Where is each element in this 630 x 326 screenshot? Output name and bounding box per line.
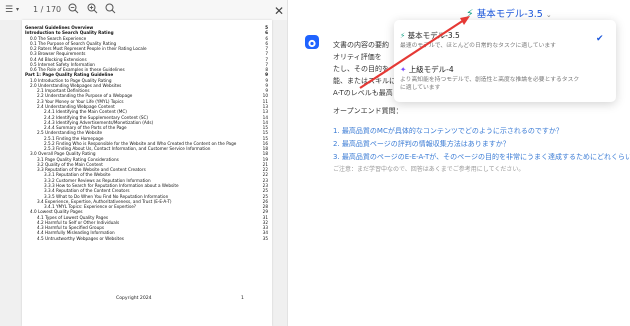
footer-copyright: Copyright 2024 [116, 296, 152, 301]
pdf-toolbar: ☰ ▾ 1 / 170 [0, 0, 287, 20]
search-icon[interactable] [105, 3, 116, 18]
answer-line: 能、またはスキルに [333, 77, 396, 85]
close-icon[interactable]: ✕ [274, 4, 284, 18]
answer-line: A-Tのレベルも最高 [333, 89, 393, 97]
model-option-title: 上級モデル-4 [408, 65, 454, 74]
model-selector-label: 基本モデル-3.5 [476, 9, 543, 20]
pdf-page: General Guidelines Overview 5 Introduction… [22, 20, 272, 326]
model-option-advanced[interactable]: ✦ 上級モデル-4 より高知能を持つモデルで、創造性と高度な推論を必要とするタス… [394, 58, 616, 102]
model-option-basic[interactable]: ⚡ 基本モデル-3.5 最速のモデルで、ほとんどの日常的なタスクに適しています … [394, 20, 616, 56]
disclaimer-note: ご注意：まだ学習中なので、回答はあくまでご参考用にしてください。 [333, 166, 525, 173]
questions-heading: オープンエンド質問： [333, 107, 403, 115]
sparkle-icon: ✦ [400, 65, 407, 74]
zoom-in-icon[interactable] [87, 3, 98, 18]
bolt-icon: ⚡ [466, 7, 474, 20]
suggested-question[interactable]: 1. 最高品質のMCが具体的なコンテンツでどのように示されるのですか？ [333, 126, 563, 136]
table-of-contents: General Guidelines Overview 5 Introduction… [25, 25, 268, 241]
model-option-desc: より高知能を持つモデルで、創造性と高度な推論を必要とするタスクに適しています [400, 77, 580, 91]
page-indicator[interactable]: 1 / 170 [33, 4, 61, 16]
chevron-down-icon: ⌄ [545, 11, 552, 19]
zoom-out-icon[interactable] [68, 3, 79, 18]
suggested-question[interactable]: 2. 最高品質ページの評判の情報収集方法はありますか？ [333, 139, 510, 149]
toc-entry-title: 4.5 Untrustworthy Webpages or Websites [37, 235, 124, 241]
model-option-desc: 最速のモデルで、ほとんどの日常的なタスクに適しています [400, 43, 556, 49]
answer-line: たし、その目的を [333, 65, 389, 73]
chevron-down-icon[interactable]: ▾ [16, 4, 19, 16]
bolt-icon: ⚡ [400, 31, 406, 40]
model-selector-button[interactable]: ⚡ 基本モデル-3.5 ⌄ [466, 6, 552, 20]
toc-entry[interactable]: 4.5 Untrustworthy Webpages or Websites 35 [25, 236, 268, 241]
model-dropdown: ⚡ 基本モデル-3.5 最速のモデルで、ほとんどの日常的なタスクに適しています … [394, 20, 616, 102]
answer-line: 文書の内容の要約 [333, 41, 389, 49]
toc-entry-page: 35 [262, 235, 268, 241]
answer-line: オリティ評価を [333, 53, 382, 61]
suggested-question[interactable]: 3. 最高品質のページのE-E-A-Tが、そのページの目的を非常にうまく達成する… [333, 152, 630, 162]
assistant-avatar [305, 35, 319, 49]
footer-page-number: 1 [241, 296, 244, 301]
pdf-viewer: ☰ ▾ 1 / 170 General Guidelines Overview 5… [0, 0, 287, 326]
check-icon: ✔ [596, 34, 604, 44]
bookmark-icon[interactable]: ☰ [5, 4, 13, 16]
model-option-title: 基本モデル-3.5 [407, 31, 460, 40]
